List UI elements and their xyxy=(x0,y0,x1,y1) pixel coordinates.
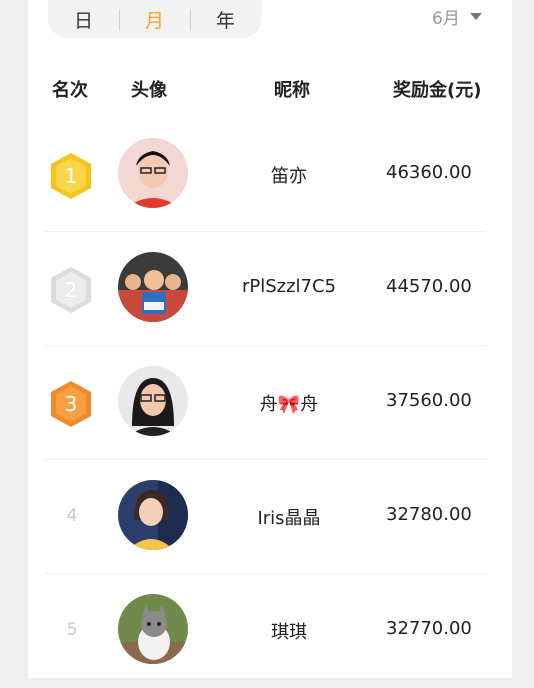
reward-column-header: 奖励金(元) xyxy=(393,80,482,101)
avatar[interactable] xyxy=(118,252,188,322)
ranking-list: 1 笛亦 46360.00 2 rPlSzzl7C5 44570.00 3 舟🎀… xyxy=(0,118,534,688)
bronze-medal-icon: 3 xyxy=(48,379,94,429)
ranking-row[interactable]: 5 琪琪 32770.00 xyxy=(44,574,486,688)
nickname: rPlSzzl7C5 xyxy=(241,276,337,297)
nickname: 舟🎀舟 xyxy=(259,394,319,415)
table-header: 名次 头像 昵称 奖励金(元) xyxy=(0,76,534,101)
reward-amount: 32770.00 xyxy=(386,618,472,639)
ranking-row[interactable]: 3 舟🎀舟 37560.00 xyxy=(44,346,486,460)
month-label: 6月 xyxy=(432,9,460,29)
month-selector[interactable]: 6月 xyxy=(432,4,482,29)
ranking-row[interactable]: 4 Iris晶晶 32780.00 xyxy=(44,460,486,574)
tab-year[interactable]: 年 xyxy=(190,6,261,33)
dropdown-caret-icon xyxy=(469,13,482,20)
rank-number: 5 xyxy=(66,620,78,640)
svg-text:2: 2 xyxy=(65,278,78,302)
nickname: 琪琪 xyxy=(271,622,307,643)
avatar[interactable] xyxy=(118,138,188,208)
gold-medal-icon: 1 xyxy=(48,151,94,201)
avatar-column-header: 头像 xyxy=(131,80,167,101)
svg-text:3: 3 xyxy=(65,392,78,416)
reward-amount: 46360.00 xyxy=(386,162,472,183)
svg-text:1: 1 xyxy=(65,164,78,188)
nickname: 笛亦 xyxy=(271,166,307,187)
nickname-column-header: 昵称 xyxy=(274,80,310,101)
reward-amount: 32780.00 xyxy=(386,504,472,525)
avatar[interactable] xyxy=(118,366,188,436)
ranking-row[interactable]: 1 笛亦 46360.00 xyxy=(44,118,486,232)
avatar[interactable] xyxy=(118,480,188,550)
avatar[interactable] xyxy=(118,594,188,664)
silver-medal-icon: 2 xyxy=(48,265,94,315)
reward-amount: 44570.00 xyxy=(386,276,472,297)
tab-day[interactable]: 日 xyxy=(48,6,119,33)
ranking-row[interactable]: 2 rPlSzzl7C5 44570.00 xyxy=(44,232,486,346)
nickname: Iris晶晶 xyxy=(257,508,321,529)
period-tabs: 日 月 年 xyxy=(48,0,262,38)
rank-number: 4 xyxy=(66,506,78,526)
reward-amount: 37560.00 xyxy=(386,390,472,411)
tab-month[interactable]: 月 xyxy=(119,6,190,33)
rank-column-header: 名次 xyxy=(52,80,88,101)
